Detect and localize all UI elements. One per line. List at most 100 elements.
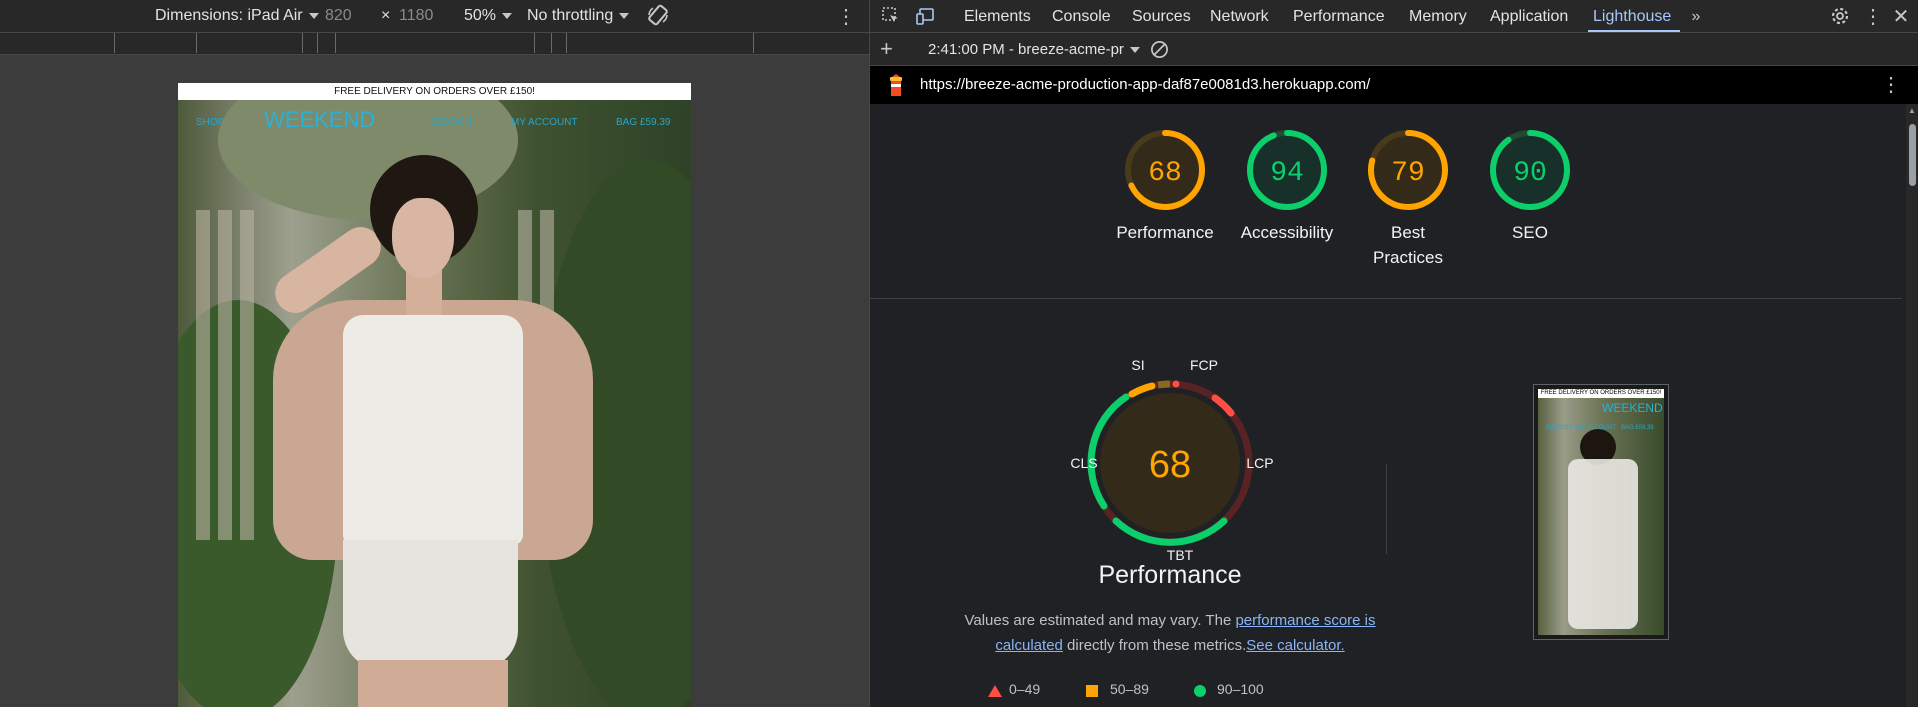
media-query-ruler [0, 33, 869, 55]
tab-network[interactable]: Network [1210, 8, 1269, 26]
gear-icon[interactable] [1829, 6, 1851, 28]
report-toolbar: + 2:41:00 PM - breeze-acme-pr [870, 33, 1918, 66]
device-toggle-icon[interactable] [914, 6, 936, 28]
lighthouse-report: 68 Performance 94 Accessibility 79 Best [870, 104, 1918, 707]
gauge-label: Best Practices [1373, 223, 1443, 267]
ruler-tick [196, 33, 197, 53]
performance-title: Performance [1098, 561, 1242, 589]
inspect-element-icon[interactable] [880, 6, 902, 28]
device-select[interactable]: Dimensions: iPad Air [155, 7, 319, 25]
scroll-up-icon[interactable]: ▲ [1908, 106, 1916, 115]
clear-icon[interactable] [1150, 40, 1169, 63]
tab-performance[interactable]: Performance [1293, 8, 1385, 26]
legend-average: 50–89 [1110, 681, 1149, 697]
gauge-seo[interactable]: 90 SEO [1475, 128, 1585, 245]
gauge-best-practices[interactable]: 79 Best Practices [1353, 128, 1463, 270]
gauge-score: 90 [1513, 158, 1547, 189]
gauge-score: 79 [1391, 158, 1425, 189]
chevron-down-icon [619, 12, 630, 19]
thumb-nav-search: SEARCH [1546, 425, 1572, 431]
ruler-tick [317, 33, 318, 53]
tab-console[interactable]: Console [1052, 8, 1111, 26]
device-viewport[interactable]: FREE DELIVERY ON ORDERS OVER £150! SHOP … [178, 83, 691, 707]
gauge-label: Performance [1116, 223, 1214, 242]
gauge-accessibility[interactable]: 94 Accessibility [1232, 128, 1342, 245]
orange-square-icon [1086, 684, 1098, 700]
performance-note: Values are estimated and may vary. The p… [940, 608, 1400, 658]
gauge-score: 94 [1270, 158, 1304, 189]
score-gauge: 68 [1125, 130, 1205, 210]
gauge-score: 68 [1148, 158, 1182, 189]
devtools-panel: Elements Console Sources Network Perform… [869, 0, 1918, 707]
thumb-nav: SEARCH MY ACCOUNT BAG £59.39 [1546, 425, 1664, 431]
tab-elements[interactable]: Elements [964, 8, 1031, 26]
promo-banner: FREE DELIVERY ON ORDERS OVER £150! [178, 83, 691, 100]
report-scrollbar[interactable]: ▲ [1906, 104, 1918, 707]
zoom-select[interactable]: 50% [464, 7, 513, 25]
model-legs [358, 660, 508, 707]
report-url-bar: https://breeze-acme-production-app-daf87… [870, 66, 1918, 104]
ruler-tick [551, 33, 552, 53]
nav-search-link[interactable]: SEARCH [430, 117, 472, 128]
report-select[interactable]: 2:41:00 PM - breeze-acme-pr [928, 41, 1140, 58]
metric-lcp-label: LCP [1246, 455, 1273, 471]
score-gauge: 90 [1490, 130, 1570, 210]
legend-fail: 0–49 [1009, 681, 1041, 697]
scrollbar-thumb[interactable] [1909, 124, 1916, 186]
score-gauge: 79 [1368, 130, 1448, 210]
more-options-icon[interactable]: ⋮ [1862, 6, 1884, 28]
tab-lighthouse[interactable]: Lighthouse [1593, 8, 1671, 26]
thumb-logo: WEEKEND [1602, 401, 1663, 415]
chevron-down-icon [502, 12, 513, 19]
chevron-down-icon [308, 12, 319, 19]
ruler-tick [302, 33, 303, 53]
fence-slat [218, 210, 232, 540]
metric-si-label: SI [1131, 357, 1144, 373]
report-url[interactable]: https://breeze-acme-production-app-daf87… [920, 76, 1370, 93]
si-arc [1128, 382, 1156, 398]
nav-shop-link[interactable]: SHOP [196, 117, 224, 128]
width-input[interactable]: 820 [325, 7, 352, 25]
tab-sources[interactable]: Sources [1132, 8, 1191, 26]
more-options-icon[interactable]: ⋮ [836, 4, 856, 29]
section-divider [870, 298, 1902, 299]
model-white-top [343, 315, 523, 545]
metric-fcp-label: FCP [1190, 357, 1218, 373]
model-face [392, 198, 454, 278]
gauge-label: Accessibility [1240, 223, 1334, 242]
vertical-divider [1386, 464, 1387, 554]
thumb-nav-bag: BAG £59.39 [1620, 425, 1654, 431]
device-emulation-pane: Dimensions: iPad Air 820 × 1180 50% No t… [0, 0, 869, 707]
nav-bag-link[interactable]: BAG £59.39 [616, 117, 670, 128]
chevron-down-icon [1129, 47, 1140, 54]
store-nav: SHOP WEEKEND SEARCH MY ACCOUNT BAG £59.3… [178, 107, 691, 134]
nav-account-link[interactable]: MY ACCOUNT [511, 117, 578, 128]
tab-memory[interactable]: Memory [1409, 8, 1467, 26]
close-icon[interactable]: ✕ [1890, 6, 1912, 28]
performance-score: 68 [1149, 444, 1191, 486]
score-gauge: 94 [1247, 130, 1327, 210]
si-remainder-arc [1157, 380, 1171, 389]
store-logo[interactable]: WEEKEND [264, 107, 375, 133]
fcp-dot [1172, 380, 1180, 388]
gauge-performance[interactable]: 68 Performance [1110, 128, 1220, 245]
tab-application[interactable]: Application [1490, 8, 1568, 26]
rotate-icon[interactable] [646, 3, 670, 32]
ruler-tick [534, 33, 535, 53]
lcp-arc [1211, 394, 1235, 417]
green-circle-icon [1194, 684, 1206, 700]
more-options-icon[interactable]: ⋮ [1881, 72, 1901, 97]
note-text: Values are estimated and may vary. The [964, 612, 1236, 629]
devtools-tabbar: Elements Console Sources Network Perform… [870, 0, 1918, 33]
see-calculator-link[interactable]: See calculator. [1246, 637, 1344, 654]
final-screenshot[interactable]: FREE DELIVERY ON ORDERS OVER £150! WEEKE… [1533, 384, 1669, 640]
add-report-icon[interactable]: + [880, 36, 893, 62]
device-select-label: Dimensions: iPad Air [155, 7, 303, 24]
active-tab-indicator [1588, 30, 1680, 32]
more-tabs-icon[interactable]: » [1685, 6, 1707, 28]
ruler-tick [753, 33, 754, 53]
lighthouse-logo-icon [890, 74, 902, 96]
throttling-select[interactable]: No throttling [527, 7, 630, 25]
device-toolbar: Dimensions: iPad Air 820 × 1180 50% No t… [0, 0, 869, 33]
height-input[interactable]: 1180 [399, 7, 433, 25]
